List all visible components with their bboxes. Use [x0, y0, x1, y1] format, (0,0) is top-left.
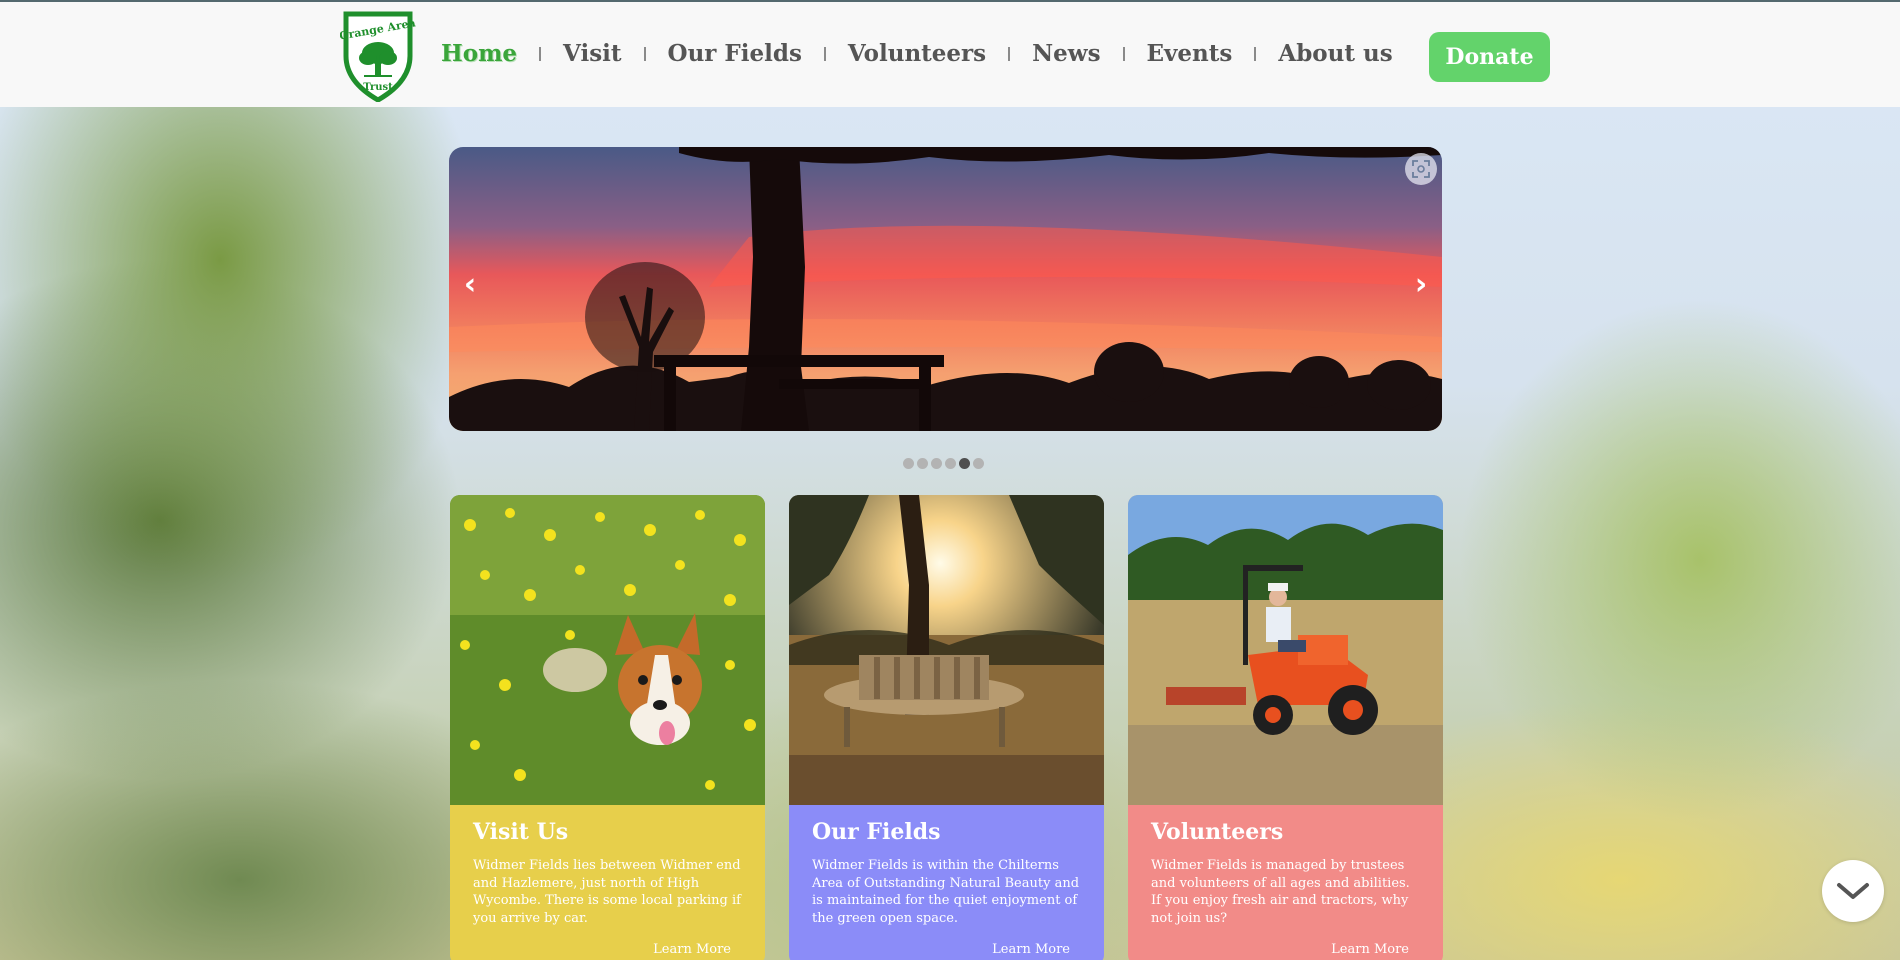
- carousel-dot[interactable]: [973, 458, 984, 469]
- chevron-down-icon[interactable]: [1822, 860, 1884, 922]
- card-description: Widmer Fields lies between Widmer end an…: [473, 858, 741, 926]
- visit-us-card-body: Visit Us Widmer Fields lies between Widm…: [450, 805, 765, 960]
- nav-divider: [823, 46, 826, 61]
- tree-bench-sunset-image: [789, 495, 1104, 805]
- card-title: Volunteers: [1151, 819, 1284, 845]
- card-title: Visit Us: [473, 819, 569, 845]
- card-description: Widmer Fields is managed by trustees and…: [1151, 858, 1410, 926]
- nav-events[interactable]: Events: [1147, 40, 1233, 67]
- main-nav: Home Visit Our Fields Volunteers News Ev…: [441, 40, 1393, 67]
- carousel-next-arrow[interactable]: ›: [1401, 265, 1441, 305]
- sunset-tree-slide-image: [449, 147, 1442, 431]
- logo-text-bottom: Trust: [363, 82, 393, 93]
- our-fields-card-body: Our Fields Widmer Fields is within the C…: [789, 805, 1104, 960]
- nav-divider: [643, 46, 646, 61]
- carousel-dot[interactable]: [931, 458, 942, 469]
- volunteers-card-body: Volunteers Widmer Fields is managed by t…: [1128, 805, 1443, 960]
- hero-carousel: ‹ ›: [449, 147, 1442, 431]
- nav-divider: [1254, 46, 1257, 61]
- site-header: Grange Area Trust Home Visit Our Fields …: [0, 0, 1900, 107]
- carousel-dots: [903, 458, 984, 469]
- nav-divider: [1122, 46, 1125, 61]
- card-title: Our Fields: [812, 819, 941, 845]
- nav-divider: [1008, 46, 1011, 61]
- nav-home[interactable]: Home: [441, 40, 517, 67]
- card-description: Widmer Fields is within the Chilterns Ar…: [812, 858, 1080, 926]
- dog-in-buttercups-image: [450, 495, 765, 805]
- grange-area-trust-logo[interactable]: Grange Area Trust: [340, 8, 416, 102]
- nav-divider: [539, 46, 542, 61]
- carousel-prev-arrow[interactable]: ‹: [450, 265, 490, 305]
- visit-learn-more-link[interactable]: Learn More: [653, 942, 731, 957]
- volunteers-learn-more-link[interactable]: Learn More: [1331, 942, 1409, 957]
- carousel-dot[interactable]: [945, 458, 956, 469]
- volunteers-card: Volunteers Widmer Fields is managed by t…: [1128, 495, 1443, 960]
- carousel-dot[interactable]: [903, 458, 914, 469]
- carousel-dot[interactable]: [917, 458, 928, 469]
- volunteer-on-tractor-image: [1128, 495, 1443, 805]
- donate-button[interactable]: Donate: [1429, 32, 1550, 82]
- fields-learn-more-link[interactable]: Learn More: [992, 942, 1070, 957]
- nav-our-fields[interactable]: Our Fields: [668, 40, 802, 67]
- carousel-dot-active[interactable]: [959, 458, 970, 469]
- our-fields-card: Our Fields Widmer Fields is within the C…: [789, 495, 1104, 960]
- fullscreen-icon[interactable]: [1405, 153, 1437, 185]
- nav-visit[interactable]: Visit: [563, 40, 622, 67]
- nav-news[interactable]: News: [1032, 40, 1100, 67]
- nav-volunteers[interactable]: Volunteers: [848, 40, 986, 67]
- nav-about-us[interactable]: About us: [1278, 40, 1392, 67]
- visit-us-card: Visit Us Widmer Fields lies between Widm…: [450, 495, 765, 960]
